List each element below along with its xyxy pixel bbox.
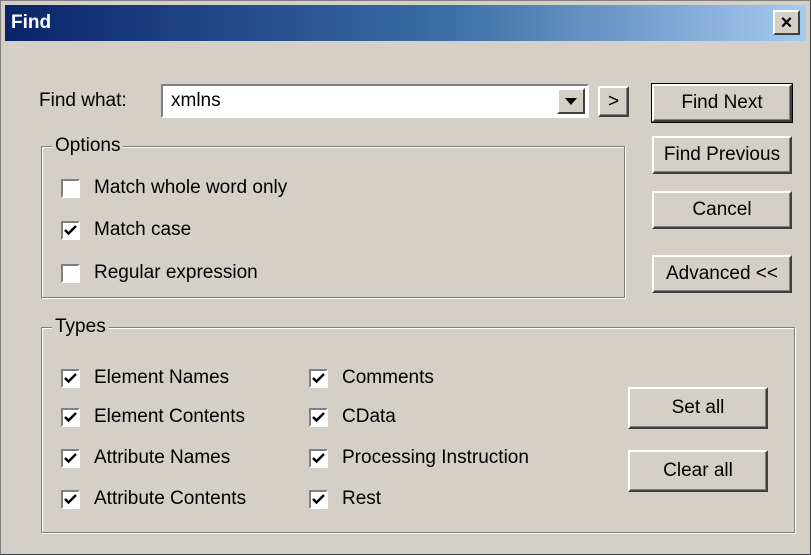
type-processing-instruction[interactable]: Processing Instruction bbox=[309, 447, 529, 469]
attribute-names-checkbox[interactable] bbox=[61, 448, 80, 468]
comments-checkbox[interactable] bbox=[309, 368, 328, 388]
find-next-button[interactable]: Find Next bbox=[651, 83, 793, 123]
checkmark-icon bbox=[312, 493, 325, 504]
type-attribute-contents[interactable]: Attribute Contents bbox=[61, 488, 246, 510]
options-group-title: Options bbox=[52, 135, 124, 157]
set-all-button[interactable]: Set all bbox=[628, 387, 768, 429]
checkmark-icon bbox=[64, 372, 77, 383]
type-comments[interactable]: Comments bbox=[309, 367, 434, 389]
cdata-label: CData bbox=[342, 406, 396, 427]
attribute-contents-label: Attribute Contents bbox=[94, 488, 247, 509]
element-names-label: Element Names bbox=[94, 367, 230, 388]
type-element-contents[interactable]: Element Contents bbox=[61, 406, 245, 428]
type-element-names[interactable]: Element Names bbox=[61, 367, 229, 389]
advanced-button[interactable]: Advanced << bbox=[652, 255, 792, 293]
rest-label: Rest bbox=[342, 488, 382, 509]
regular-expression-option[interactable]: Regular expression bbox=[61, 262, 258, 284]
processing-instruction-checkbox[interactable] bbox=[309, 448, 328, 468]
match-whole-word-option[interactable]: Match whole word only bbox=[61, 177, 287, 199]
window-title: Find bbox=[11, 12, 52, 33]
find-what-label: Find what: bbox=[39, 90, 127, 111]
checkmark-icon bbox=[64, 411, 77, 422]
checkmark-icon bbox=[312, 452, 325, 463]
close-button[interactable]: × bbox=[773, 10, 800, 35]
close-icon: × bbox=[780, 11, 793, 34]
attribute-contents-checkbox[interactable] bbox=[61, 489, 80, 509]
element-names-checkbox[interactable] bbox=[61, 368, 80, 388]
match-case-label: Match case bbox=[94, 219, 192, 240]
regular-expression-checkbox[interactable] bbox=[61, 263, 80, 283]
match-case-checkbox[interactable] bbox=[61, 220, 80, 240]
checkmark-icon bbox=[64, 452, 77, 463]
type-rest[interactable]: Rest bbox=[309, 488, 381, 510]
chevron-down-icon bbox=[565, 97, 577, 105]
rest-checkbox[interactable] bbox=[309, 489, 328, 509]
type-cdata[interactable]: CData bbox=[309, 406, 396, 428]
regular-expression-label: Regular expression bbox=[94, 262, 258, 283]
match-whole-word-checkbox[interactable] bbox=[61, 178, 80, 198]
checkmark-icon bbox=[312, 411, 325, 422]
element-contents-label: Element Contents bbox=[94, 406, 246, 427]
comments-label: Comments bbox=[342, 367, 434, 388]
title-bar[interactable]: Find × bbox=[5, 5, 806, 41]
types-group-title: Types bbox=[52, 316, 109, 338]
checkmark-icon bbox=[312, 372, 325, 383]
clear-all-button[interactable]: Clear all bbox=[628, 450, 768, 492]
cdata-checkbox[interactable] bbox=[309, 407, 328, 427]
history-button[interactable]: > bbox=[598, 86, 629, 117]
match-whole-word-label: Match whole word only bbox=[94, 177, 288, 198]
attribute-names-label: Attribute Names bbox=[94, 447, 231, 468]
type-attribute-names[interactable]: Attribute Names bbox=[61, 447, 230, 469]
element-contents-checkbox[interactable] bbox=[61, 407, 80, 427]
checkmark-icon bbox=[64, 224, 77, 235]
match-case-option[interactable]: Match case bbox=[61, 219, 191, 241]
processing-instruction-label: Processing Instruction bbox=[342, 447, 529, 468]
checkmark-icon bbox=[64, 493, 77, 504]
find-what-dropdown-button[interactable] bbox=[557, 88, 585, 114]
find-what-input[interactable] bbox=[171, 89, 541, 113]
find-dialog: Find × Find what: > Find Next Find Previ… bbox=[0, 0, 811, 555]
find-what-combobox[interactable] bbox=[161, 84, 589, 118]
cancel-button[interactable]: Cancel bbox=[652, 191, 792, 229]
find-previous-button[interactable]: Find Previous bbox=[652, 136, 792, 174]
